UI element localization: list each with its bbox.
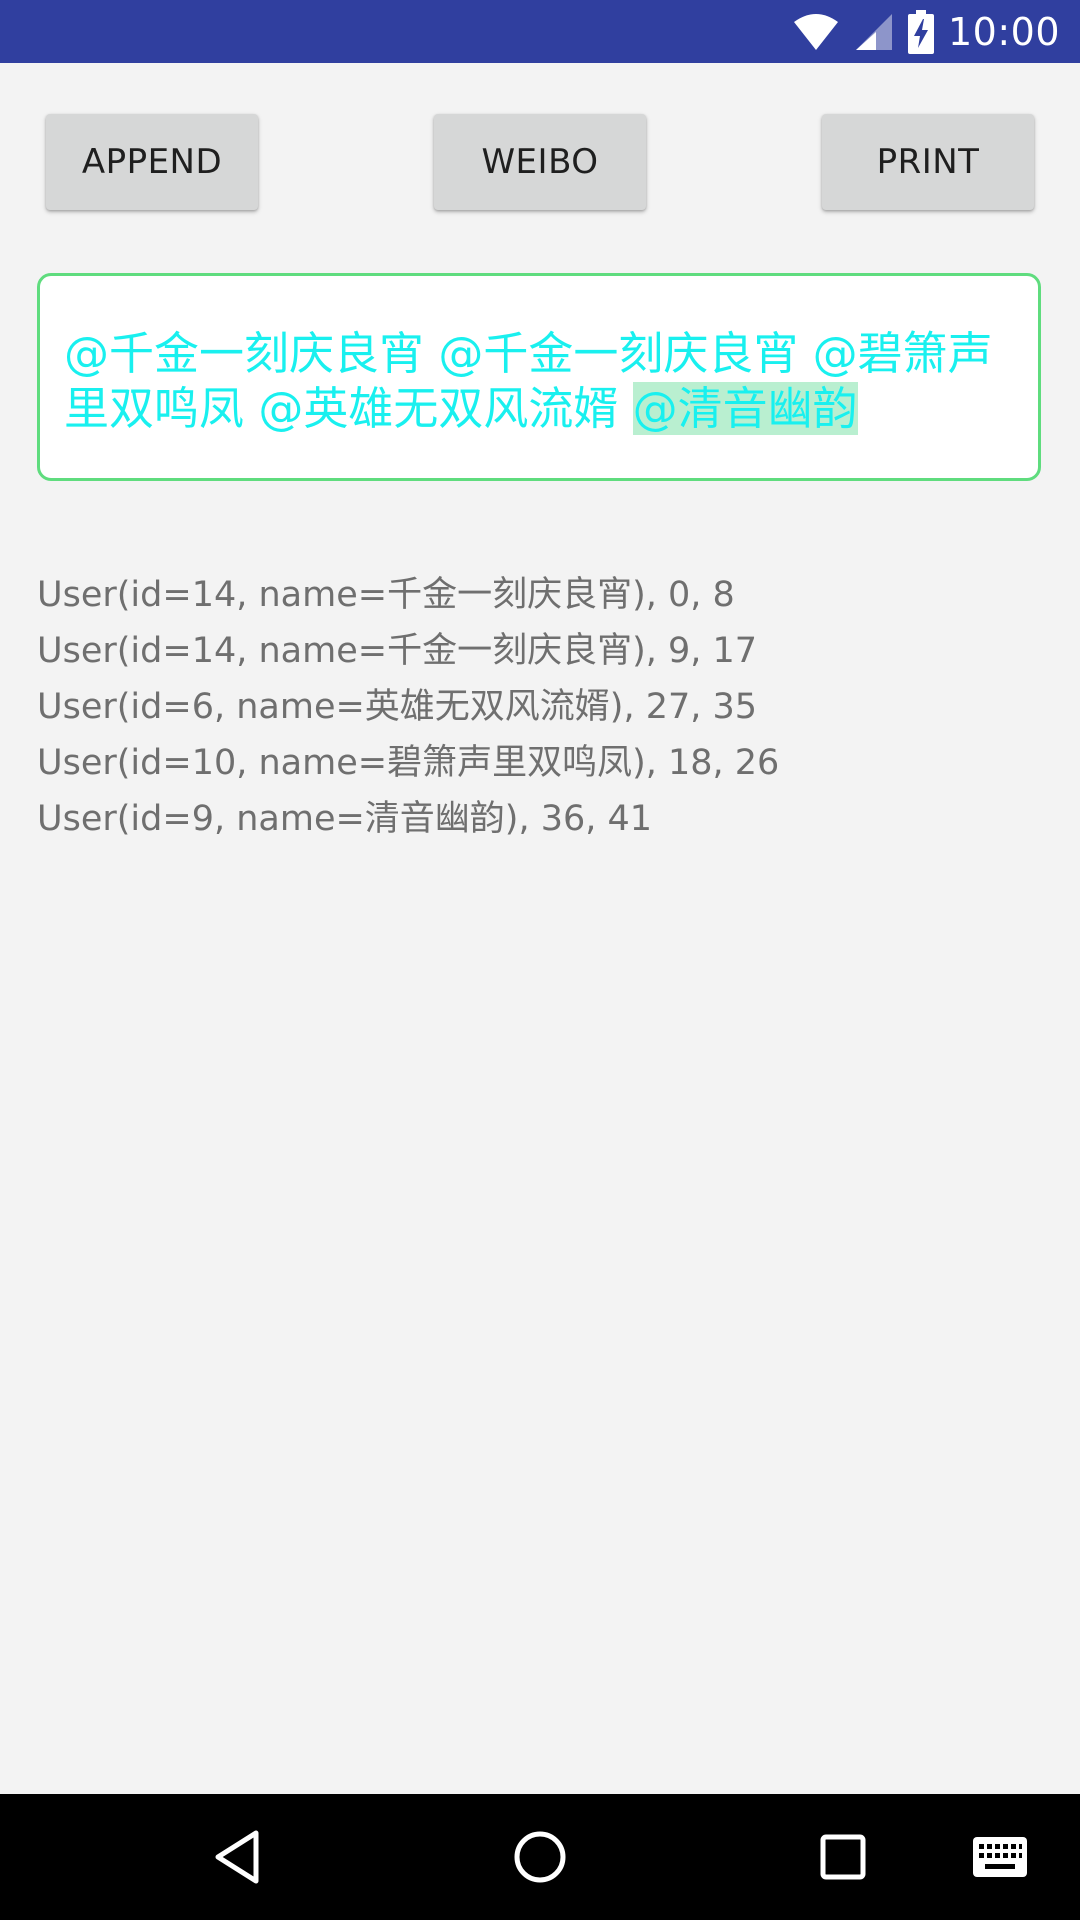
print-button[interactable]: PRINT (822, 114, 1034, 210)
log-line: User(id=14, name=千金一刻庆良宵), 0, 8 (37, 575, 735, 615)
wifi-icon (793, 13, 838, 50)
status-icons: 10:00 (792, 0, 1060, 63)
log-line: User(id=14, name=千金一刻庆良宵), 9, 17 (37, 631, 758, 671)
navigation-bar (0, 1794, 1080, 1920)
mention-text: @千金一刻庆良宵 @千金一刻庆良宵 @碧箫声里双鸣凤 @英雄无双风流婿 @清音幽… (64, 326, 1016, 436)
weibo-button[interactable]: WEIBO (434, 114, 646, 210)
mention-chip[interactable]: @千金一刻庆良宵 (64, 327, 424, 380)
mention-chip-selected[interactable]: @清音幽韵 (632, 382, 858, 435)
status-time: 10:00 (947, 9, 1060, 54)
log-line: User(id=6, name=英雄无双风流婿), 27, 35 (37, 687, 758, 727)
mention-edit-text[interactable]: @千金一刻庆良宵 @千金一刻庆良宵 @碧箫声里双鸣凤 @英雄无双风流婿 @清音幽… (37, 273, 1041, 481)
printed-user-list: User(id=14, name=千金一刻庆良宵), 0, 8 User(id=… (37, 567, 1037, 847)
log-line: User(id=9, name=清音幽韵), 36, 41 (37, 799, 653, 839)
keyboard-switch-button[interactable] (930, 1794, 1070, 1920)
battery-charging-icon (907, 9, 934, 54)
status-bar: 10:00 (0, 0, 1080, 63)
append-button[interactable]: APPEND (46, 114, 258, 210)
home-icon (514, 1831, 566, 1883)
back-button[interactable] (167, 1794, 307, 1920)
back-icon (215, 1830, 259, 1884)
home-button[interactable] (470, 1794, 610, 1920)
mention-chip[interactable]: @千金一刻庆良宵 (438, 327, 798, 380)
recents-button[interactable] (773, 1794, 913, 1920)
mention-chip[interactable]: @英雄无双风流婿 (258, 382, 618, 435)
keyboard-icon (973, 1837, 1027, 1877)
signal-icon (855, 13, 892, 50)
log-line: User(id=10, name=碧箫声里双鸣凤), 18, 26 (37, 743, 780, 783)
recents-icon (820, 1834, 866, 1880)
